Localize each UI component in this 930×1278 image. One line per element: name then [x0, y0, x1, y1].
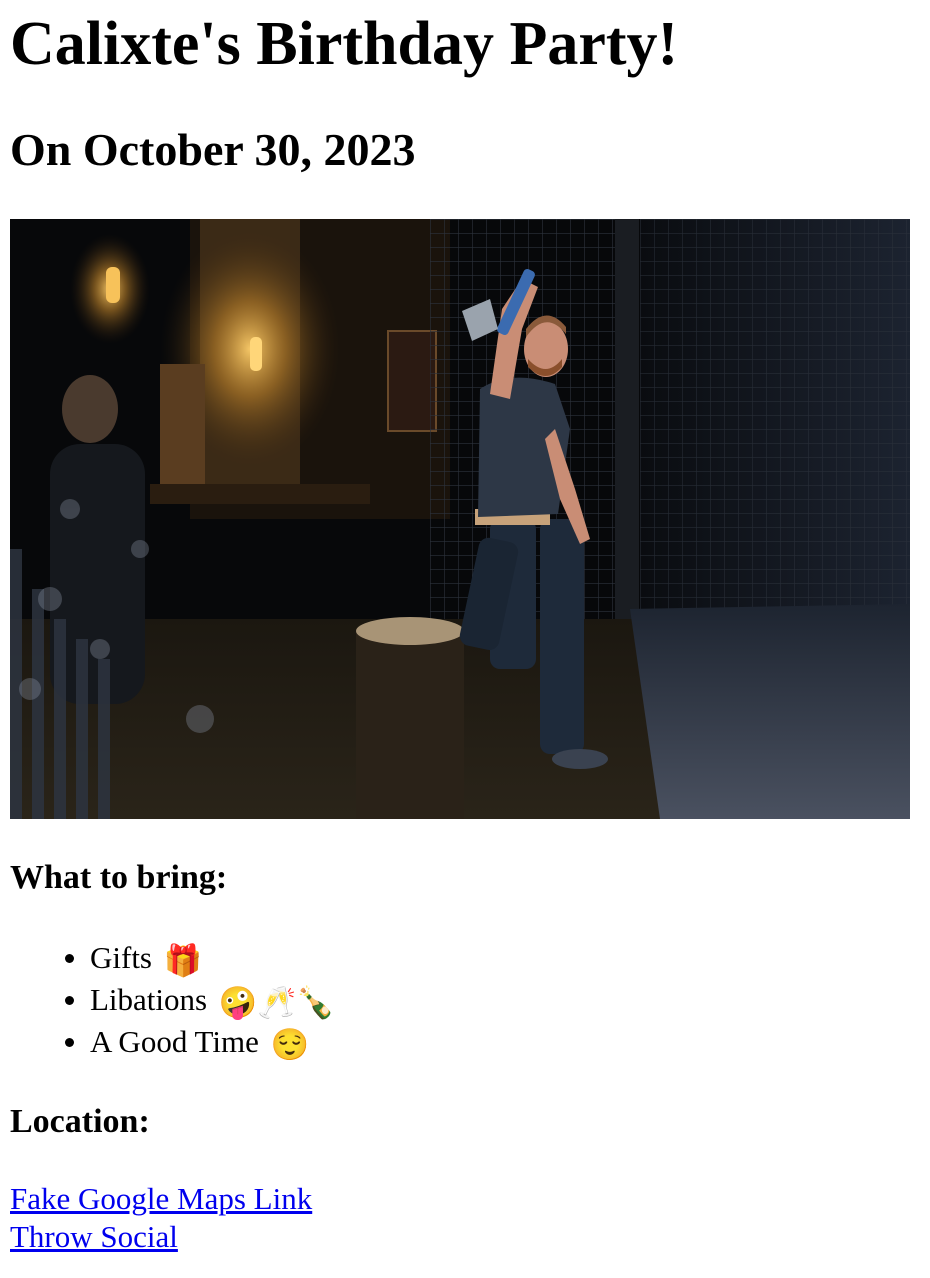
bullet-icon [65, 996, 74, 1005]
bring-heading: What to bring: [10, 859, 228, 896]
list-item-label: A Good Time [90, 1024, 259, 1059]
list-item-label: Libations [90, 982, 208, 1017]
location-heading: Location: [10, 1103, 150, 1140]
party-photo [10, 219, 910, 819]
list-item: A Good Time 😌 [10, 1021, 335, 1063]
list-item: Gifts 🎁 [10, 937, 335, 979]
bring-list: Gifts 🎁 Libations 🤪🥂🍾 A Good Time 😌 [10, 937, 335, 1063]
maps-link[interactable]: Fake Google Maps Link [10, 1180, 312, 1218]
location-links: Fake Google Maps Link Throw Social [10, 1180, 312, 1256]
venue-link[interactable]: Throw Social [10, 1218, 312, 1256]
relieved-face-icon: 😌 [270, 1026, 310, 1062]
libations-icons: 🤪🥂🍾 [218, 984, 335, 1020]
bullet-icon [65, 954, 74, 963]
page-title: Calixte's Birthday Party! [10, 10, 679, 78]
list-item-label: Gifts [90, 940, 152, 975]
bullet-icon [65, 1038, 74, 1047]
list-item: Libations 🤪🥂🍾 [10, 979, 335, 1021]
party-date: On October 30, 2023 [10, 124, 416, 175]
gift-icon: 🎁 [163, 942, 203, 978]
